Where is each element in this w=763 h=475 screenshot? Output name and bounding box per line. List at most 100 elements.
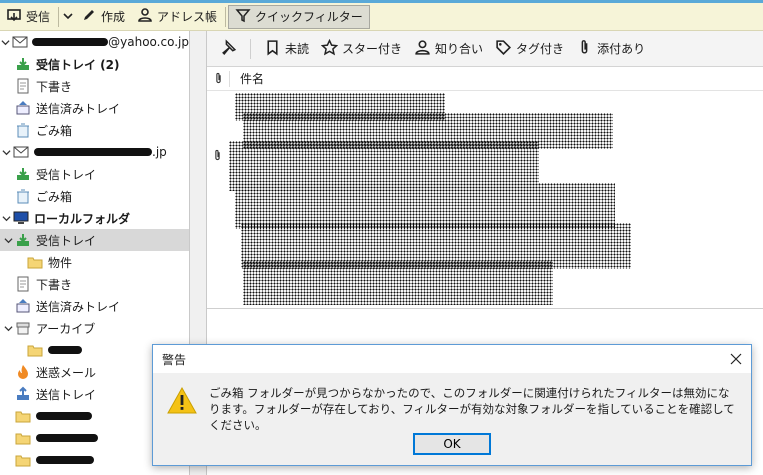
warning-icon: [167, 386, 197, 415]
close-button[interactable]: [721, 345, 751, 373]
toolbar-separator: [225, 6, 227, 27]
folder-subfolder[interactable]: 物件: [0, 251, 189, 273]
folder-sent[interactable]: 送信済みトレイ: [0, 97, 189, 119]
archive-icon: [14, 320, 32, 336]
folder-trash[interactable]: ごみ箱: [0, 119, 189, 141]
funnel-icon: [235, 7, 251, 26]
chevron-down-icon[interactable]: [0, 148, 12, 157]
star-icon: [320, 38, 339, 59]
mail-account-icon: [12, 144, 30, 160]
dialog-message: ごみ箱 フォルダーが見つからなかったので、このフォルダーに関連付けられたフィルタ…: [209, 386, 735, 432]
computer-icon: [12, 210, 30, 226]
unread-filter-button[interactable]: 未読: [259, 36, 314, 62]
folder-label: 送信済みトレイ: [36, 299, 121, 314]
folder-label: 下書き: [36, 79, 73, 94]
paperclip-icon[interactable]: [207, 72, 229, 85]
redacted-text: [48, 346, 82, 354]
ok-button[interactable]: OK: [413, 433, 491, 455]
redacted-text: [36, 456, 94, 464]
folder-inbox[interactable]: 受信トレイ (2): [0, 53, 189, 75]
account-email: @yahoo.co.jp: [108, 35, 189, 49]
dialog-body: ごみ箱 フォルダーが見つからなかったので、このフォルダーに関連付けられたフィルタ…: [153, 373, 751, 433]
preview-splitter[interactable]: [207, 308, 763, 309]
folder-label: アーカイブ: [36, 321, 96, 336]
account-row[interactable]: @yahoo.co.jp: [0, 31, 189, 53]
attachment-filter-button[interactable]: 添付あり: [571, 36, 650, 62]
inbox-icon: [14, 232, 32, 248]
subject-column-header[interactable]: 件名: [240, 70, 264, 87]
contact-filter-label: 知り合い: [435, 42, 484, 56]
folder-label: 受信トレイ: [36, 233, 97, 248]
dialog-titlebar: 警告: [153, 345, 751, 373]
tag-filter-button[interactable]: タグ付き: [490, 36, 569, 62]
folder-label: ごみ箱: [36, 123, 73, 138]
draft-icon: [14, 276, 32, 292]
chevron-down-icon: [63, 10, 73, 24]
folder-label: 受信トレイ: [36, 167, 97, 182]
bookmark-icon: [264, 39, 281, 59]
chevron-down-icon[interactable]: [0, 38, 11, 47]
pencil-icon: [81, 7, 97, 26]
chevron-down-icon[interactable]: [2, 324, 14, 333]
redacted-message-rows: [243, 261, 553, 305]
contact-icon: [414, 39, 431, 59]
unread-filter-label: 未読: [285, 42, 310, 56]
starred-filter-button[interactable]: スター付き: [316, 36, 407, 62]
folder-sent[interactable]: 送信済みトレイ: [0, 295, 189, 317]
folder-inbox[interactable]: 受信トレイ: [0, 163, 189, 185]
trash-icon: [14, 122, 32, 138]
contacts-icon: [137, 7, 153, 26]
tag-filter-label: タグ付き: [516, 42, 565, 56]
inbox-icon: [14, 56, 32, 72]
draft-icon: [14, 78, 32, 94]
contact-filter-button[interactable]: 知り合い: [409, 36, 488, 62]
folder-trash[interactable]: ごみ箱: [0, 185, 189, 207]
get-messages-button[interactable]: 受信: [0, 5, 56, 29]
paperclip-icon: [576, 39, 593, 59]
folder-label: 受信トレイ (2): [36, 57, 120, 72]
folder-icon: [26, 342, 44, 358]
outbox-icon: [14, 386, 32, 402]
chevron-down-icon[interactable]: [2, 236, 14, 245]
main-toolbar: 受信 作成 アドレス帳 クイックフィルター: [0, 0, 763, 31]
folder-label: 送信トレイ: [36, 387, 97, 402]
inbox-icon: [14, 166, 32, 182]
qf-separator: [250, 38, 251, 59]
folder-label: ごみ箱: [36, 189, 73, 204]
folder-archive[interactable]: アーカイブ: [0, 317, 189, 339]
fire-icon: [14, 364, 32, 380]
folder-label: ローカルフォルダ: [34, 211, 131, 226]
local-folders-row[interactable]: ローカルフォルダ: [0, 207, 189, 229]
folder-label: 送信済みトレイ: [36, 101, 121, 116]
message-list[interactable]: [207, 91, 763, 311]
quickfilter-label: クイックフィルター: [255, 10, 363, 24]
folder-drafts[interactable]: 下書き: [0, 75, 189, 97]
sent-icon: [14, 100, 32, 116]
addressbook-label: アドレス帳: [157, 10, 218, 24]
toolbar-separator: [58, 6, 60, 27]
folder-icon: [26, 254, 44, 270]
sticky-filter-button[interactable]: [215, 36, 242, 62]
quickfilter-button[interactable]: クイックフィルター: [228, 4, 370, 29]
download-icon: [6, 7, 22, 26]
folder-drafts[interactable]: 下書き: [0, 273, 189, 295]
account-row[interactable]: .jp: [0, 141, 189, 163]
folder-inbox-selected[interactable]: 受信トレイ: [0, 229, 189, 251]
dialog-buttons: OK: [153, 433, 751, 455]
folder-icon: [14, 452, 32, 468]
message-list-header: 件名: [207, 67, 763, 91]
redacted-text: [31, 38, 109, 46]
close-icon: [730, 353, 742, 365]
attachment-filter-label: 添付あり: [597, 42, 646, 56]
trash-icon: [14, 188, 32, 204]
chevron-down-icon[interactable]: [0, 214, 12, 223]
folder-icon: [14, 430, 32, 446]
compose-button[interactable]: 作成: [75, 5, 131, 29]
column-divider: [229, 70, 230, 87]
redacted-text: [34, 148, 152, 156]
mail-account-icon: [11, 34, 28, 50]
get-messages-dropdown[interactable]: [61, 10, 75, 24]
addressbook-button[interactable]: アドレス帳: [131, 5, 223, 29]
folder-label: 迷惑メール: [36, 365, 97, 380]
folder-icon: [14, 408, 32, 424]
